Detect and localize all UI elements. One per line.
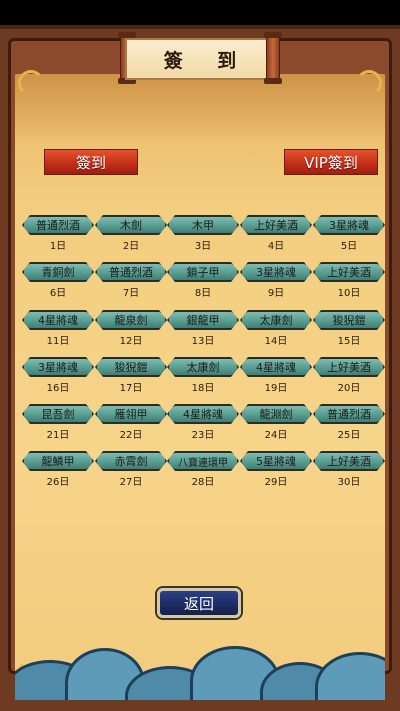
- corner-swirl-icon: [18, 70, 44, 96]
- day-reward-cell[interactable]: 5星將魂 29日: [240, 451, 312, 488]
- day-reward-cell[interactable]: 3星將魂 9日: [240, 262, 312, 299]
- reward-plaque: 昆吾劍: [22, 404, 94, 424]
- reward-plaque: 八寶連環甲: [167, 451, 239, 471]
- corner-swirl-icon: [356, 70, 382, 96]
- reward-plaque: 普通烈酒: [95, 262, 167, 282]
- day-label: 28日: [191, 477, 215, 488]
- day-reward-cell[interactable]: 龍泉劍 12日: [95, 310, 167, 347]
- reward-plaque: 普通烈酒: [313, 404, 385, 424]
- day-reward-cell[interactable]: 鎖子甲 8日: [167, 262, 239, 299]
- reward-plaque: 上好美酒: [313, 262, 385, 282]
- reward-plaque: 雁翎甲: [95, 404, 167, 424]
- day-label: 15日: [337, 336, 361, 347]
- day-label: 14日: [264, 336, 288, 347]
- reward-plaque: 4星將魂: [167, 404, 239, 424]
- reward-plaque: 3星將魂: [240, 262, 312, 282]
- reward-plaque: 狻猊鎧: [313, 310, 385, 330]
- day-reward-cell[interactable]: 赤霄劍 27日: [95, 451, 167, 488]
- day-reward-cell[interactable]: 昆吾劍 21日: [22, 404, 94, 441]
- day-label: 18日: [191, 383, 215, 394]
- day-label: 24日: [264, 430, 288, 441]
- day-reward-cell[interactable]: 木甲 3日: [167, 215, 239, 252]
- reward-plaque: 龍淵劍: [240, 404, 312, 424]
- day-label: 6日: [49, 288, 67, 299]
- reward-plaque: 普通烈酒: [22, 215, 94, 235]
- day-reward-cell[interactable]: 銀龍甲 13日: [167, 310, 239, 347]
- reward-plaque: 龍鱗甲: [22, 451, 94, 471]
- reward-plaque: 木劍: [95, 215, 167, 235]
- reward-plaque: 木甲: [167, 215, 239, 235]
- day-reward-cell[interactable]: 上好美酒 20日: [313, 357, 385, 394]
- reward-plaque: 5星將魂: [240, 451, 312, 471]
- day-label: 21日: [46, 430, 70, 441]
- day-reward-cell[interactable]: 3星將魂 5日: [313, 215, 385, 252]
- reward-plaque: 銀龍甲: [167, 310, 239, 330]
- sign-in-button[interactable]: 簽到: [44, 149, 138, 175]
- reward-plaque: 上好美酒: [313, 357, 385, 377]
- reward-plaque: 上好美酒: [313, 451, 385, 471]
- day-reward-cell[interactable]: 上好美酒 10日: [313, 262, 385, 299]
- reward-plaque: 4星將魂: [22, 310, 94, 330]
- day-label: 22日: [119, 430, 143, 441]
- status-bar: [0, 0, 400, 25]
- day-reward-cell[interactable]: 龍淵劍 24日: [240, 404, 312, 441]
- day-reward-cell[interactable]: 八寶連環甲 28日: [167, 451, 239, 488]
- day-reward-cell[interactable]: 上好美酒 30日: [313, 451, 385, 488]
- day-reward-cell[interactable]: 上好美酒 4日: [240, 215, 312, 252]
- day-label: 11日: [46, 336, 70, 347]
- reward-plaque: 3星將魂: [313, 215, 385, 235]
- day-reward-cell[interactable]: 狻猊鎧 17日: [95, 357, 167, 394]
- day-reward-cell[interactable]: 普通烈酒 1日: [22, 215, 94, 252]
- day-reward-cell[interactable]: 太康劍 14日: [240, 310, 312, 347]
- day-reward-cell[interactable]: 普通烈酒 7日: [95, 262, 167, 299]
- page-title: 簽 到: [163, 49, 251, 72]
- day-label: 8日: [194, 288, 212, 299]
- day-label: 10日: [337, 288, 361, 299]
- day-label: 23日: [191, 430, 215, 441]
- day-label: 16日: [46, 383, 70, 394]
- day-reward-cell[interactable]: 太康劍 18日: [167, 357, 239, 394]
- day-label: 1日: [49, 241, 67, 252]
- day-label: 26日: [46, 477, 70, 488]
- reward-plaque: 3星將魂: [22, 357, 94, 377]
- day-label: 9日: [267, 288, 285, 299]
- back-button[interactable]: 返回: [157, 588, 241, 618]
- day-reward-cell[interactable]: 3星將魂 16日: [22, 357, 94, 394]
- wave-decoration: [15, 640, 385, 700]
- day-reward-cell[interactable]: 4星將魂 19日: [240, 357, 312, 394]
- parchment-stain: [15, 74, 385, 144]
- day-label: 19日: [264, 383, 288, 394]
- day-label: 17日: [119, 383, 143, 394]
- day-reward-cell[interactable]: 狻猊鎧 15日: [313, 310, 385, 347]
- reward-plaque: 青銅劍: [22, 262, 94, 282]
- reward-plaque: 狻猊鎧: [95, 357, 167, 377]
- reward-plaque: 赤霄劍: [95, 451, 167, 471]
- reward-plaque: 龍泉劍: [95, 310, 167, 330]
- day-reward-cell[interactable]: 青銅劍 6日: [22, 262, 94, 299]
- reward-plaque: 鎖子甲: [167, 262, 239, 282]
- day-reward-cell[interactable]: 木劍 2日: [95, 215, 167, 252]
- day-label: 29日: [264, 477, 288, 488]
- day-label: 5日: [340, 241, 358, 252]
- day-label: 2日: [122, 241, 140, 252]
- day-label: 4日: [267, 241, 285, 252]
- day-reward-cell[interactable]: 4星將魂 11日: [22, 310, 94, 347]
- day-label: 7日: [122, 288, 140, 299]
- reward-plaque: 太康劍: [167, 357, 239, 377]
- day-label: 20日: [337, 383, 361, 394]
- reward-plaque: 上好美酒: [240, 215, 312, 235]
- day-label: 27日: [119, 477, 143, 488]
- day-reward-cell[interactable]: 龍鱗甲 26日: [22, 451, 94, 488]
- vip-sign-in-button[interactable]: VIP簽到: [284, 149, 378, 175]
- day-reward-cell[interactable]: 雁翎甲 22日: [95, 404, 167, 441]
- day-label: 3日: [194, 241, 212, 252]
- reward-plaque: 太康劍: [240, 310, 312, 330]
- day-label: 25日: [337, 430, 361, 441]
- day-label: 30日: [337, 477, 361, 488]
- day-label: 12日: [119, 336, 143, 347]
- reward-plaque: 4星將魂: [240, 357, 312, 377]
- day-reward-cell[interactable]: 普通烈酒 25日: [313, 404, 385, 441]
- day-label: 13日: [191, 336, 215, 347]
- day-reward-cell[interactable]: 4星將魂 23日: [167, 404, 239, 441]
